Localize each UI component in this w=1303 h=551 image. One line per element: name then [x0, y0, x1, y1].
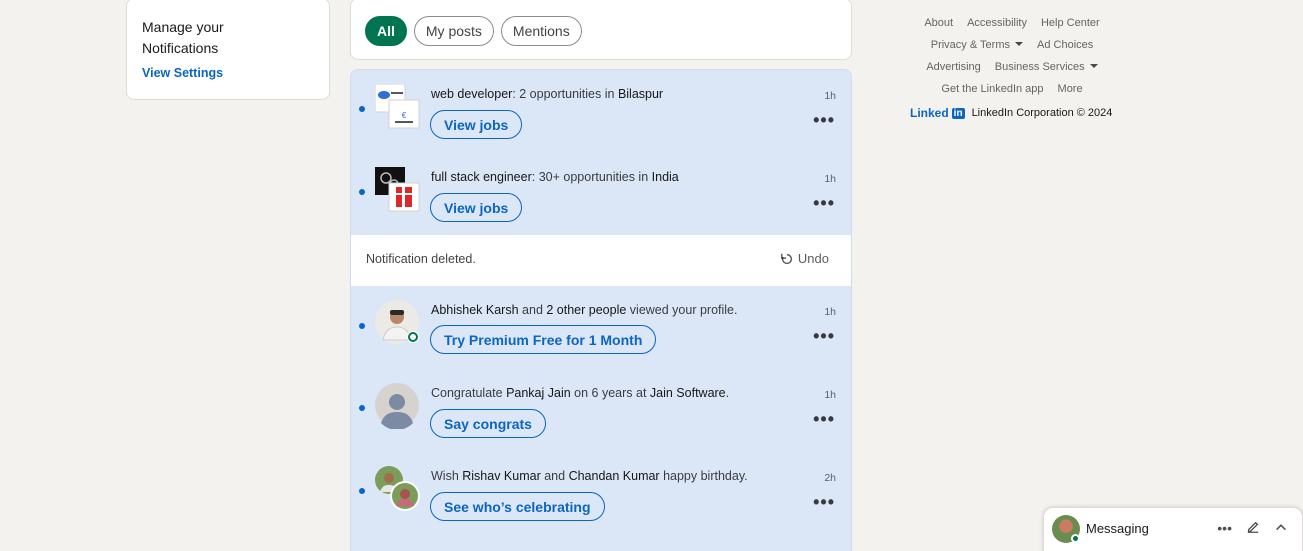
undo-button[interactable]: Undo	[780, 251, 829, 266]
notification-entity[interactable]: India	[652, 170, 679, 184]
notification-time: 1h	[824, 306, 836, 318]
notification-entity[interactable]: Jain Software	[650, 386, 726, 400]
more-options-icon[interactable]: •••	[813, 193, 835, 214]
view-settings-link[interactable]: View Settings	[142, 66, 223, 80]
more-options-icon[interactable]: •••	[1217, 520, 1232, 537]
footer-link-get-app[interactable]: Get the LinkedIn app	[941, 82, 1043, 96]
company-logo-icon: €	[374, 83, 421, 130]
svg-text:€: €	[402, 111, 407, 120]
notification-text-part: Wish	[431, 469, 463, 483]
undo-icon	[780, 253, 792, 264]
notification-entity[interactable]: Bilaspur	[618, 87, 663, 101]
linkedin-logo-icon: in	[951, 107, 965, 119]
notification-time: 1h	[824, 173, 836, 185]
more-options-icon[interactable]: •••	[813, 409, 835, 430]
notification-entity[interactable]: web developer	[431, 87, 512, 101]
notification-text: Wish Rishav Kumar and Chandan Kumar happ…	[431, 469, 748, 483]
footer-link-about[interactable]: About	[924, 16, 953, 30]
chevron-up-icon[interactable]	[1274, 520, 1288, 537]
notification-item[interactable]: Abhishek Karsh and 2 other people viewed…	[351, 286, 851, 368]
notification-entity[interactable]: 2 other people	[546, 303, 626, 317]
compose-icon[interactable]	[1246, 520, 1260, 537]
chevron-down-icon	[1015, 42, 1023, 46]
company-logo-icon	[375, 167, 421, 213]
online-status-indicator	[1071, 534, 1080, 543]
footer-link-privacy-terms[interactable]: Privacy & Terms	[931, 38, 1023, 52]
linkedin-brand: Linked in LinkedIn Corporation © 2024	[910, 106, 1124, 120]
profile-photo-avatar	[375, 300, 421, 346]
unread-dot	[359, 488, 365, 494]
manage-notifications-card: Manage your Notifications View Settings	[126, 0, 330, 100]
footer-link-accessibility[interactable]: Accessibility	[967, 16, 1027, 30]
chevron-down-icon	[1089, 64, 1098, 68]
more-options-icon[interactable]: •••	[813, 492, 835, 513]
view-jobs-button[interactable]: View jobs	[430, 193, 523, 222]
footer-link-more[interactable]: More	[1058, 82, 1083, 96]
notification-text-part: and	[518, 303, 547, 317]
copyright-text: LinkedIn Corporation © 2024	[971, 107, 1113, 119]
messaging-actions: •••	[1217, 520, 1288, 537]
business-services-label: Business Services	[994, 61, 1085, 73]
notification-text: Abhishek Karsh and 2 other people viewed…	[431, 303, 737, 317]
notification-time: 2h	[824, 472, 836, 484]
notification-list: € web developer: 2 opportunities in Bila…	[350, 69, 852, 551]
footer-link-advertising[interactable]: Advertising	[926, 60, 980, 74]
filter-mentions-pill[interactable]: Mentions	[500, 16, 582, 46]
notification-item[interactable]: full stack engineer: 30+ opportunities i…	[351, 153, 851, 235]
birthday-avatars	[375, 466, 421, 512]
notification-entity[interactable]: Pankaj Jain	[506, 386, 571, 400]
notification-text-part: and	[540, 469, 569, 483]
footer-link-help-center[interactable]: Help Center	[1041, 16, 1100, 30]
deleted-message: Notification deleted.	[366, 252, 476, 266]
footer-link-ad-choices[interactable]: Ad Choices	[1037, 38, 1093, 52]
notification-time: 1h	[824, 90, 836, 102]
more-options-icon[interactable]: •••	[813, 110, 835, 131]
notification-text-part: happy birthday.	[659, 469, 748, 483]
see-whos-celebrating-button[interactable]: See who’s celebrating	[430, 492, 605, 521]
manage-notifications-title: Manage your Notifications	[142, 19, 224, 56]
notification-time: 1h	[824, 389, 836, 401]
notification-item[interactable]: Congratulate Pankaj Jain on 6 years at J…	[351, 369, 851, 451]
more-options-icon[interactable]: •••	[813, 326, 835, 347]
messaging-bar[interactable]: Messaging •••	[1043, 507, 1303, 551]
linkedin-logo-word: Linked	[910, 106, 949, 120]
notification-text-part: on 6 years at	[570, 386, 650, 400]
unread-dot	[359, 405, 365, 411]
notification-entity[interactable]: Abhishek Karsh	[431, 303, 519, 317]
try-premium-button[interactable]: Try Premium Free for 1 Month	[430, 325, 657, 354]
undo-label: Undo	[797, 251, 829, 266]
privacy-terms-label: Privacy & Terms	[930, 39, 1010, 51]
notification-text-part: viewed your profile.	[626, 303, 738, 317]
notification-filter-bar: All My posts Mentions	[350, 0, 852, 60]
notification-entity[interactable]: full stack engineer	[431, 170, 532, 184]
footer-link-business-services[interactable]: Business Services	[995, 60, 1098, 74]
filter-my-posts-pill[interactable]: My posts	[413, 16, 494, 46]
notification-text-part: : 30+ opportunities in	[531, 170, 652, 184]
view-jobs-button[interactable]: View jobs	[430, 110, 523, 139]
say-congrats-button[interactable]: Say congrats	[430, 409, 546, 438]
page-footer: About Accessibility Help Center Privacy …	[900, 16, 1124, 120]
messaging-label: Messaging	[1086, 521, 1149, 536]
notification-item[interactable]: Wish Rishav Kumar and Chandan Kumar happ…	[351, 452, 851, 534]
ghost-avatar-icon	[375, 383, 421, 430]
notification-entity[interactable]: Chandan Kumar	[569, 469, 660, 483]
notification-text: Congratulate Pankaj Jain on 6 years at J…	[431, 386, 729, 400]
unread-dot	[359, 106, 365, 112]
notification-deleted-banner: Notification deleted. Undo	[351, 235, 851, 286]
notification-text-part: Congratulate	[431, 386, 507, 400]
filter-all-pill[interactable]: All	[365, 16, 407, 46]
notification-text: full stack engineer: 30+ opportunities i…	[431, 170, 679, 184]
unread-dot	[359, 323, 365, 329]
notification-entity[interactable]: Rishav Kumar	[462, 469, 541, 483]
notification-text-part: : 2 opportunities in	[512, 87, 618, 101]
notification-text-part: .	[725, 386, 730, 400]
unread-dot	[359, 189, 365, 195]
notification-item[interactable]: € web developer: 2 opportunities in Bila…	[351, 70, 851, 152]
notification-text: web developer: 2 opportunities in Bilasp…	[431, 87, 663, 101]
